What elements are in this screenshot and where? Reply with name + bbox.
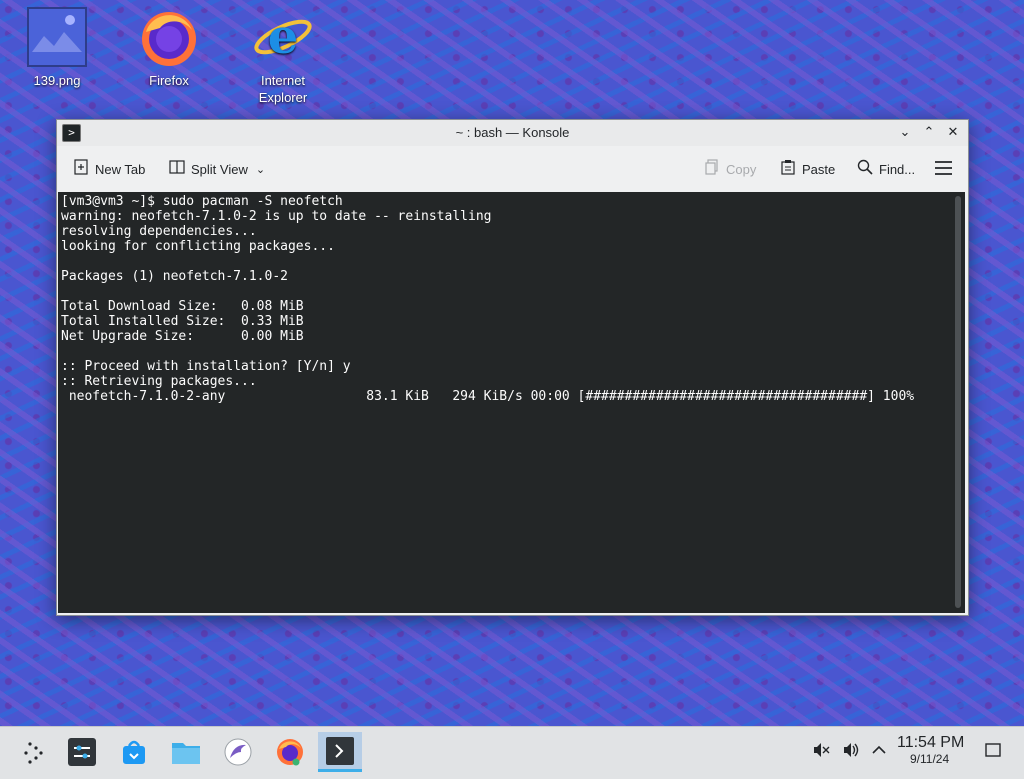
settings-sliders-icon <box>68 738 96 766</box>
hamburger-menu-button[interactable] <box>935 156 952 182</box>
speaker-muted-icon[interactable] <box>812 741 830 763</box>
chevron-up-icon[interactable] <box>870 741 888 763</box>
internet-explorer-icon: e <box>252 6 314 68</box>
discover-button[interactable] <box>112 732 156 772</box>
terminal-line: looking for conflicting packages... <box>61 239 335 254</box>
hamburger-menu-icon <box>935 160 952 178</box>
terminal-icon <box>326 736 354 765</box>
desktop-icon-internet-explorer[interactable]: e Internet Explorer <box>238 6 328 106</box>
terminal-line: :: Proceed with installation? [Y/n] y <box>61 359 351 374</box>
terminal-line: Total Installed Size: 0.33 MiB <box>61 314 304 329</box>
terminal-line: Total Download Size: 0.08 MiB <box>61 299 304 314</box>
bird-app-button[interactable] <box>216 732 260 772</box>
firefox-icon <box>277 739 303 766</box>
copy-icon <box>704 159 720 179</box>
clock-date[interactable]: 9/11/24 <box>910 752 949 766</box>
terminal-area[interactable]: [vm3@vm3 ~]$ sudo pacman -S neofetch war… <box>58 192 965 613</box>
new-tab-label: New Tab <box>95 161 146 177</box>
paste-label: Paste <box>802 161 836 177</box>
kde-launcher-button[interactable] <box>12 732 56 772</box>
new-tab-icon <box>73 159 89 179</box>
image-file-icon <box>26 6 88 68</box>
new-tab-button[interactable]: New Tab <box>73 156 145 182</box>
copy-button[interactable]: Copy <box>704 156 756 182</box>
desktop-icon-label: Firefox <box>149 73 189 88</box>
konsole-task-button[interactable] <box>318 732 362 772</box>
desktop-icon-firefox[interactable]: Firefox <box>124 6 214 89</box>
toolbar: New Tab Split View ⌄ Copy Paste Find... <box>57 146 968 192</box>
clock-time[interactable]: 11:54 PM <box>897 734 964 752</box>
bird-icon <box>224 738 252 766</box>
volume-icon[interactable] <box>842 741 860 763</box>
split-view-icon <box>169 159 185 179</box>
find-label: Find... <box>879 161 916 177</box>
konsole-window[interactable]: > ~ : bash — Konsole ⌄ ⌃ ✕ New Tab Split… <box>56 119 969 616</box>
split-view-button[interactable]: Split View ⌄ <box>169 156 265 182</box>
terminal-line: neofetch-7.1.0-2-any 83.1 KiB 294 KiB/s … <box>61 389 915 404</box>
terminal-line: [vm3@vm3 ~]$ sudo pacman -S neofetch <box>61 194 343 209</box>
search-icon <box>857 159 873 179</box>
desktop-icon-label: Internet Explorer <box>258 73 308 105</box>
file-manager-button[interactable] <box>164 732 208 772</box>
terminal-line: resolving dependencies... <box>61 224 257 239</box>
svg-text:e: e <box>268 9 299 65</box>
split-view-label: Split View <box>191 161 248 177</box>
system-settings-button[interactable] <box>60 732 104 772</box>
show-desktop-icon[interactable] <box>984 741 1002 763</box>
title-bar[interactable]: > ~ : bash — Konsole ⌄ ⌃ ✕ <box>57 120 968 146</box>
chevron-down-icon: ⌄ <box>255 163 266 176</box>
copy-label: Copy <box>726 161 757 177</box>
minimize-icon[interactable]: ⌄ <box>895 123 915 143</box>
taskbar: 11:54 PM 9/11/24 <box>0 726 1024 779</box>
terminal-line: warning: neofetch-7.1.0-2 is up to date … <box>61 209 492 224</box>
terminal-line: Packages (1) neofetch-7.1.0-2 <box>61 269 288 284</box>
firefox-task-button[interactable] <box>268 732 312 772</box>
window-title: ~ : bash — Konsole <box>455 125 570 140</box>
close-icon[interactable]: ✕ <box>943 123 963 143</box>
terminal-line: :: Retrieving packages... <box>61 374 257 389</box>
desktop-icon-image[interactable]: 139.png <box>12 6 102 89</box>
paste-button[interactable]: Paste <box>780 156 835 182</box>
store-bag-icon <box>123 740 145 764</box>
desktop-icon-label: 139.png <box>33 73 81 88</box>
find-button[interactable]: Find... <box>857 156 915 182</box>
terminal-line: Net Upgrade Size: 0.00 MiB <box>61 329 304 344</box>
maximize-icon[interactable]: ⌃ <box>919 123 939 143</box>
folder-icon <box>172 743 200 764</box>
terminal-output: [vm3@vm3 ~]$ sudo pacman -S neofetch war… <box>61 194 914 404</box>
terminal-scrollbar[interactable] <box>955 196 961 608</box>
kde-launcher-icon <box>24 742 43 764</box>
paste-icon <box>780 159 796 179</box>
firefox-icon <box>138 6 200 68</box>
